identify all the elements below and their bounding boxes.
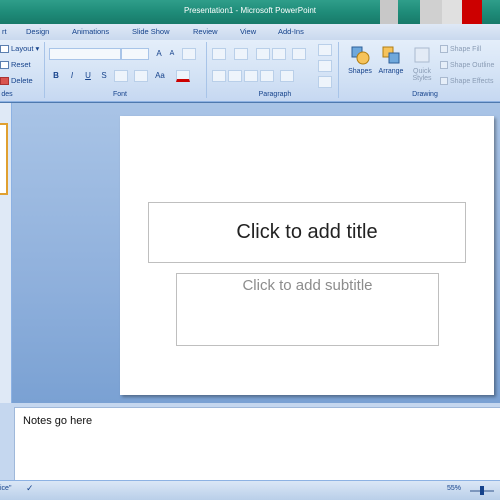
decrease-indent-button[interactable]: [256, 48, 270, 60]
theme-name: ice": [0, 485, 12, 492]
shapes-icon: [351, 46, 370, 65]
columns-button[interactable]: [280, 70, 294, 82]
spellcheck-icon[interactable]: ✓: [26, 483, 34, 494]
ribbon-tabs: rt Design Animations Slide Show Review V…: [0, 24, 500, 40]
quick-styles-icon: [414, 47, 430, 63]
shape-effects-button[interactable]: Shape Effects: [440, 77, 493, 85]
title-placeholder[interactable]: Click to add title: [148, 202, 466, 263]
notes-pane[interactable]: Notes go here: [14, 407, 500, 480]
delete-button[interactable]: Delete: [0, 76, 33, 85]
ribbon: Layout ▾ Reset Delete des A A B I U S Aa …: [0, 40, 500, 102]
slide-thumbnail[interactable]: [0, 123, 8, 195]
bold-button[interactable]: B: [50, 70, 62, 82]
italic-button[interactable]: I: [66, 70, 78, 82]
justify-button[interactable]: [260, 70, 274, 82]
status-bar: ice" ✓ 55%: [0, 480, 500, 500]
text-direction-button[interactable]: [318, 44, 332, 56]
smartart-button[interactable]: [318, 76, 332, 88]
tab-add-ins[interactable]: Add-Ins: [278, 27, 304, 36]
group-separator: [338, 42, 339, 98]
font-name-input[interactable]: [49, 48, 121, 60]
notes-text[interactable]: Notes go here: [23, 415, 92, 427]
reset-icon: [0, 60, 9, 69]
slides-group-label: des: [1, 91, 13, 98]
tab-animations[interactable]: Animations: [72, 27, 109, 36]
reset-button[interactable]: Reset: [0, 60, 31, 69]
underline-button[interactable]: U: [82, 70, 94, 82]
arrange-icon: [382, 46, 400, 64]
group-separator: [206, 42, 207, 98]
arrange-button[interactable]: Arrange: [374, 44, 408, 75]
increase-indent-button[interactable]: [272, 48, 286, 60]
shape-outline-icon: [440, 61, 448, 69]
clear-formatting-button[interactable]: [182, 48, 196, 60]
slide-canvas[interactable]: Click to add title Click to add subtitle: [120, 116, 494, 395]
quick-styles-button[interactable]: Quick Styles: [405, 44, 439, 82]
group-separator: [44, 42, 45, 98]
layout-icon: [0, 44, 9, 53]
shape-effects-icon: [440, 77, 448, 85]
tab-design[interactable]: Design: [26, 27, 49, 36]
shadow-button[interactable]: [114, 70, 128, 82]
delete-icon: [0, 76, 9, 85]
shape-fill-icon: [440, 45, 448, 53]
font-color-button[interactable]: [176, 70, 190, 82]
paragraph-group-label: Paragraph: [258, 91, 292, 98]
tab-insert[interactable]: rt: [2, 27, 7, 36]
line-spacing-button[interactable]: [292, 48, 306, 60]
drawing-group-label: Drawing: [412, 91, 438, 98]
subtitle-placeholder[interactable]: Click to add subtitle: [176, 273, 439, 346]
title-bar: Presentation1 - Microsoft PowerPoint: [0, 0, 500, 24]
zoom-level[interactable]: 55%: [447, 485, 461, 492]
tab-review[interactable]: Review: [193, 27, 218, 36]
align-center-button[interactable]: [228, 70, 242, 82]
tab-slide-show[interactable]: Slide Show: [132, 27, 170, 36]
notes-pane-margin: [0, 407, 14, 480]
shape-fill-button[interactable]: Shape Fill: [440, 45, 481, 53]
zoom-slider-thumb[interactable]: [480, 486, 484, 495]
grow-font-button[interactable]: A: [153, 48, 165, 60]
bullets-button[interactable]: [212, 48, 226, 60]
align-text-button[interactable]: [318, 60, 332, 72]
layout-button[interactable]: Layout ▾: [0, 44, 39, 53]
strikethrough-button[interactable]: S: [98, 70, 110, 82]
font-size-input[interactable]: [121, 48, 149, 60]
change-case-button[interactable]: Aa: [154, 70, 166, 82]
numbering-button[interactable]: [234, 48, 248, 60]
shapes-button[interactable]: Shapes: [343, 44, 377, 75]
align-left-button[interactable]: [212, 70, 226, 82]
slide-thumbnail-pane: [0, 103, 12, 403]
char-spacing-button[interactable]: [134, 70, 148, 82]
window-title: Presentation1 - Microsoft PowerPoint: [183, 6, 317, 15]
shrink-font-button[interactable]: A: [166, 48, 178, 60]
tab-view[interactable]: View: [240, 27, 256, 36]
shape-outline-button[interactable]: Shape Outline: [440, 61, 494, 69]
font-group-label: Font: [112, 91, 127, 98]
align-right-button[interactable]: [244, 70, 258, 82]
